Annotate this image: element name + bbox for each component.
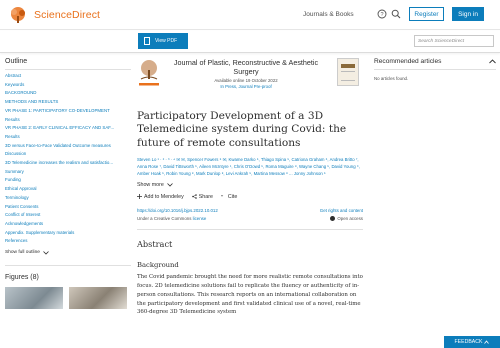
outline-item-vr-phase-1[interactable]: VR PHASE 1: PARTICIPATORY CO-DEVELOPMENT — [5, 107, 131, 116]
article-toolbar: View PDF Search ScienceDirect — [0, 31, 500, 53]
open-access-label: Open access — [337, 215, 363, 221]
chevron-up-icon[interactable] — [489, 59, 496, 64]
outline-title: Outline — [5, 58, 28, 65]
journal-info: Journal of Plastic, Reconstructive & Aes… — [167, 58, 325, 89]
doi-row: https://doi.org/10.1016/j.bjps.2022.10.0… — [137, 208, 363, 213]
outline-item-background[interactable]: BACKGROUND — [5, 89, 131, 98]
article-main: Journal of Plastic, Reconstructive & Aes… — [137, 58, 363, 317]
logo-text: ScienceDirect — [34, 9, 101, 21]
outline-item-vr-phase-2[interactable]: VR PHASE 2: EARLY CLINICAL EFFICACY AND … — [5, 124, 131, 133]
outline-sidebar: Outline Abstract Keywords BACKGROUND MET… — [5, 58, 131, 310]
outline-item-3d-vs-f2f[interactable]: 3D versus Face-to-Face Validated Outcome… — [5, 142, 131, 151]
abstract-text: The Covid pandemic brought the need for … — [137, 273, 363, 316]
feedback-button[interactable]: FEEDBACK — [444, 336, 500, 348]
figure-thumbnail[interactable] — [69, 287, 127, 310]
outline-item-acknowledgements[interactable]: Acknowledgements — [5, 220, 131, 229]
recommended-title: Recommended articles — [374, 58, 442, 65]
svg-text:": " — [221, 195, 224, 199]
outline-item-abstract[interactable]: Abstract — [5, 72, 131, 81]
chevron-down-icon — [167, 182, 173, 187]
share-label: Share — [198, 193, 213, 200]
article-title: Participatory Development of a 3D Teleme… — [137, 110, 347, 149]
journal-cover-image[interactable] — [337, 58, 359, 86]
show-more-label: Show more — [137, 181, 164, 188]
rights-link[interactable]: Get rights and content — [320, 208, 363, 213]
outline-item-3d-realism[interactable]: 3D Telemedicine increases the realism an… — [5, 159, 131, 168]
background-heading: Background — [137, 260, 179, 269]
share-icon — [191, 194, 197, 200]
open-access-icon — [330, 215, 336, 221]
cover-band — [341, 64, 355, 68]
plus-icon — [137, 194, 142, 200]
chevron-up-icon — [484, 340, 490, 344]
license-link[interactable]: license — [193, 216, 207, 221]
svg-text:?: ? — [380, 12, 383, 18]
divider — [137, 228, 363, 230]
top-header: ScienceDirect Journals & Books ? Registe… — [0, 0, 500, 30]
outline-item-methods[interactable]: METHODS AND RESULTS — [5, 98, 131, 107]
outline-item-conflict[interactable]: Conflict of Interest — [5, 211, 131, 220]
figure-thumbnail[interactable] — [5, 287, 63, 310]
view-pdf-label: View PDF — [155, 38, 178, 44]
abstract-heading: Abstract — [137, 238, 173, 249]
pdf-icon — [144, 37, 150, 45]
sign-in-button[interactable]: Sign in — [452, 7, 484, 21]
outline-list: Abstract Keywords BACKGROUND METHODS AND… — [5, 72, 131, 246]
show-full-outline-label: Show full outline — [5, 250, 40, 256]
outline-item-patient-consents[interactable]: Patient Consents — [5, 203, 131, 212]
no-articles-text: No articles found. — [374, 76, 409, 81]
outline-item-appendix[interactable]: Appendix. Supplementary materials — [5, 229, 131, 238]
view-pdf-button[interactable]: View PDF — [138, 33, 188, 49]
feedback-label: FEEDBACK — [454, 339, 483, 345]
help-icon[interactable]: ? — [377, 9, 387, 19]
register-button[interactable]: Register — [409, 7, 444, 21]
recommended-articles-panel: Recommended articles No articles found. — [374, 58, 496, 81]
search-input[interactable]: Search ScienceDirect — [414, 35, 494, 47]
chevron-down-icon — [43, 250, 49, 255]
available-online-date: Available online 19 October 2022 — [214, 78, 278, 83]
elsevier-logo-icon[interactable] — [137, 58, 161, 88]
cite-label: Cite — [227, 193, 238, 200]
show-more-button[interactable]: Show more — [137, 182, 363, 188]
license-text: Under a Creative Commons license — [137, 216, 206, 221]
cover-lines — [341, 71, 355, 81]
quote-icon: " — [221, 195, 224, 199]
journal-header: Journal of Plastic, Reconstructive & Aes… — [137, 58, 363, 104]
recommended-header[interactable]: Recommended articles — [374, 58, 496, 70]
outline-item-summary[interactable]: Summary — [5, 168, 131, 177]
doi-link[interactable]: https://doi.org/10.1016/j.bjps.2022.10.0… — [137, 208, 218, 213]
outline-item-references[interactable]: References — [5, 237, 131, 246]
show-full-outline-button[interactable]: Show full outline — [5, 250, 131, 255]
journal-title[interactable]: Journal of Plastic, Reconstructive & Aes… — [167, 58, 325, 76]
search-icon[interactable] — [391, 9, 401, 19]
outline-item-keywords[interactable]: Keywords — [5, 81, 131, 90]
outline-item-results-1[interactable]: Results — [5, 116, 131, 125]
outline-item-results-2[interactable]: Results — [5, 133, 131, 142]
license-prefix: Under a Creative Commons — [137, 215, 192, 221]
figure-thumbnails — [5, 287, 131, 310]
article-actions: Add to Mendeley Share " Cite — [137, 194, 363, 200]
share-button[interactable]: Share — [191, 193, 213, 200]
outline-item-discussion[interactable]: Discussion — [5, 150, 131, 159]
cite-button[interactable]: " Cite — [221, 194, 237, 200]
elsevier-tree-icon — [11, 7, 25, 23]
add-to-mendeley-button[interactable]: Add to Mendeley — [137, 194, 184, 200]
author-list[interactable]: Steven Lo ¹ · ² · ³ · ⁴ ✉ ✉, Spencer Fow… — [137, 156, 363, 178]
sciencedirect-logo[interactable]: ScienceDirect — [6, 6, 100, 24]
outline-item-ethical-approval[interactable]: Ethical Approval — [5, 185, 131, 194]
add-to-mendeley-label: Add to Mendeley — [144, 193, 184, 200]
figures-title: Figures (8) — [5, 274, 39, 282]
outline-item-terminology[interactable]: Terminology — [5, 194, 131, 203]
divider — [5, 69, 131, 70]
journals-books-link[interactable]: Journals & Books — [303, 11, 354, 18]
figures-section: Figures (8) — [5, 265, 131, 310]
open-access-badge: Open access — [330, 215, 363, 221]
license-row: Under a Creative Commons license Open ac… — [137, 215, 363, 221]
outline-item-funding[interactable]: Funding — [5, 176, 131, 185]
in-press-link[interactable]: In Press, Journal Pre-proof — [167, 84, 325, 89]
